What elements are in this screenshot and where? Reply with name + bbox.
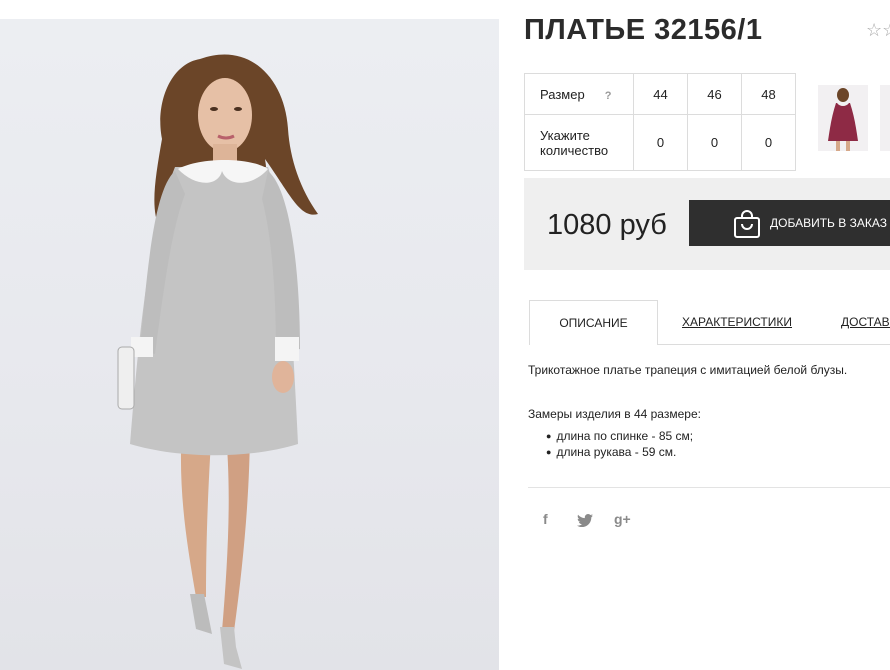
size-table: Размер? 44 46 48 Укажите количество 0 0 … (524, 73, 796, 171)
add-to-order-button[interactable]: ДОБАВИТЬ В ЗАКАЗ (689, 200, 890, 246)
quantity-label: Укажите количество (524, 114, 634, 171)
size-46: 46 (687, 73, 742, 115)
shopping-bag-icon (734, 210, 760, 238)
favorite-star-icon[interactable]: ☆☆ (866, 20, 890, 41)
measurement-back-length: длина по спинке - 85 см; (546, 428, 693, 444)
thumbnail-burgundy[interactable] (818, 85, 868, 151)
size-48: 48 (741, 73, 796, 115)
tab-description[interactable]: ОПИСАНИЕ (529, 300, 658, 345)
quantity-row: Укажите количество 0 0 0 (524, 114, 796, 171)
size-row: Размер? 44 46 48 (524, 73, 796, 115)
facebook-icon[interactable]: f (543, 511, 548, 527)
measurements-list: длина по спинке - 85 см; длина рукава - … (546, 428, 693, 460)
tab-delivery[interactable]: ДОСТАВКА (841, 300, 890, 345)
size-help-icon[interactable]: ? (605, 90, 612, 102)
quantity-label-line2: количество (540, 142, 609, 158)
quantity-input-44[interactable]: 0 (633, 114, 688, 171)
tab-characteristics[interactable]: ХАРАКТЕРИСТИКИ (682, 300, 792, 345)
thumbnail-next[interactable] (880, 85, 890, 151)
model-illustration (117, 54, 318, 669)
content-divider (528, 487, 890, 488)
thumbnail-image (828, 88, 858, 151)
size-label-cell: Размер? (524, 73, 634, 115)
tabs-divider (658, 344, 890, 345)
size-label: Размер (540, 86, 585, 102)
description-text: Трикотажное платье трапеция с имитацией … (528, 363, 848, 377)
twitter-bird-icon (577, 514, 593, 528)
size-44: 44 (633, 73, 688, 115)
quantity-input-48[interactable]: 0 (741, 114, 796, 171)
quantity-input-46[interactable]: 0 (687, 114, 742, 171)
measurements-title: Замеры изделия в 44 размере: (528, 407, 701, 421)
buy-bar: 1080 руб ДОБАВИТЬ В ЗАКАЗ (524, 178, 890, 270)
add-to-order-label: ДОБАВИТЬ В ЗАКАЗ (770, 216, 887, 230)
quantity-label-line1: Укажите (540, 127, 590, 143)
measurement-sleeve-length: длина рукава - 59 см. (546, 444, 693, 460)
product-title: ПЛАТЬЕ 32156/1 (524, 14, 763, 46)
product-photo[interactable] (0, 19, 499, 670)
twitter-icon[interactable] (577, 514, 593, 530)
google-plus-icon[interactable]: g+ (614, 511, 631, 527)
price: 1080 руб (547, 209, 667, 241)
